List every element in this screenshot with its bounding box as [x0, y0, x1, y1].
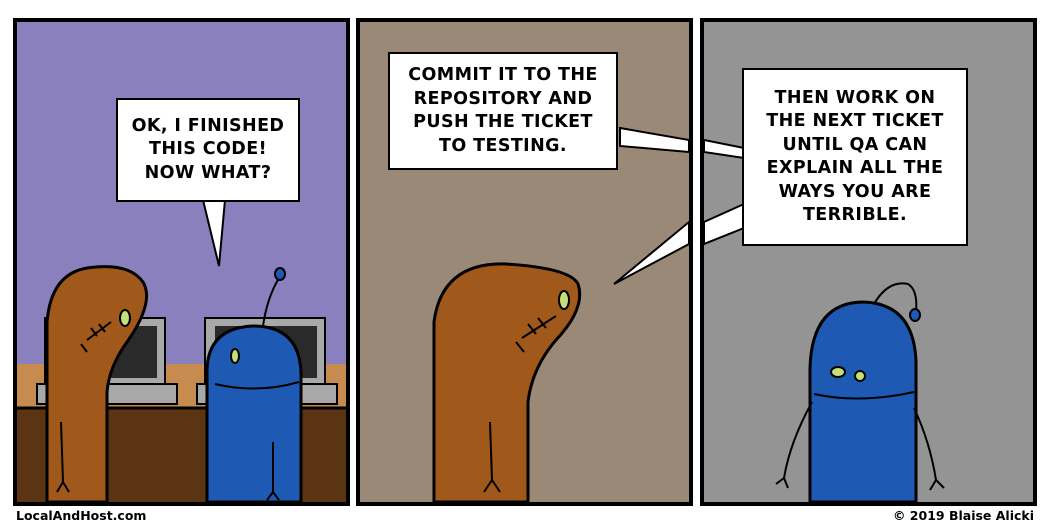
panel-1-scene [17, 199, 346, 502]
blue-character-antenna [274, 267, 286, 281]
site-credit: LocalAndHost.com [16, 508, 147, 523]
speech-bubble-2: COMMIT IT TO THE REPOSITORY AND PUSH THE… [388, 52, 618, 170]
speech-tail-1 [201, 199, 227, 267]
comic-panel-1: OK, I FINISHED THIS CODE! NOW WHAT? [13, 18, 350, 506]
blue-character-antenna [909, 308, 921, 322]
speech-bubble-3: THEN WORK ON THE NEXT TICKET UNTIL QA CA… [742, 68, 968, 246]
copyright-credit: © 2019 Blaise Alicki [892, 508, 1034, 523]
blue-character-eye-right [854, 370, 866, 382]
blue-character-eye [230, 348, 240, 364]
brown-character-eye [558, 290, 570, 310]
brown-character-eye [119, 309, 131, 327]
brown-character [432, 262, 582, 502]
comic-panel-2: COMMIT IT TO THE REPOSITORY AND PUSH THE… [356, 18, 693, 506]
speech-tail-3 [613, 220, 689, 285]
comic-panel-3: THEN WORK ON THE NEXT TICKET UNTIL QA CA… [700, 18, 1037, 506]
speech-tail-2b [704, 138, 745, 160]
speech-tail-3b [704, 202, 745, 246]
blue-character [205, 267, 303, 502]
blue-character-eye-left [830, 366, 846, 378]
speech-tail-2 [619, 126, 689, 154]
blue-character [775, 282, 945, 502]
speech-bubble-1: OK, I FINISHED THIS CODE! NOW WHAT? [116, 98, 300, 202]
